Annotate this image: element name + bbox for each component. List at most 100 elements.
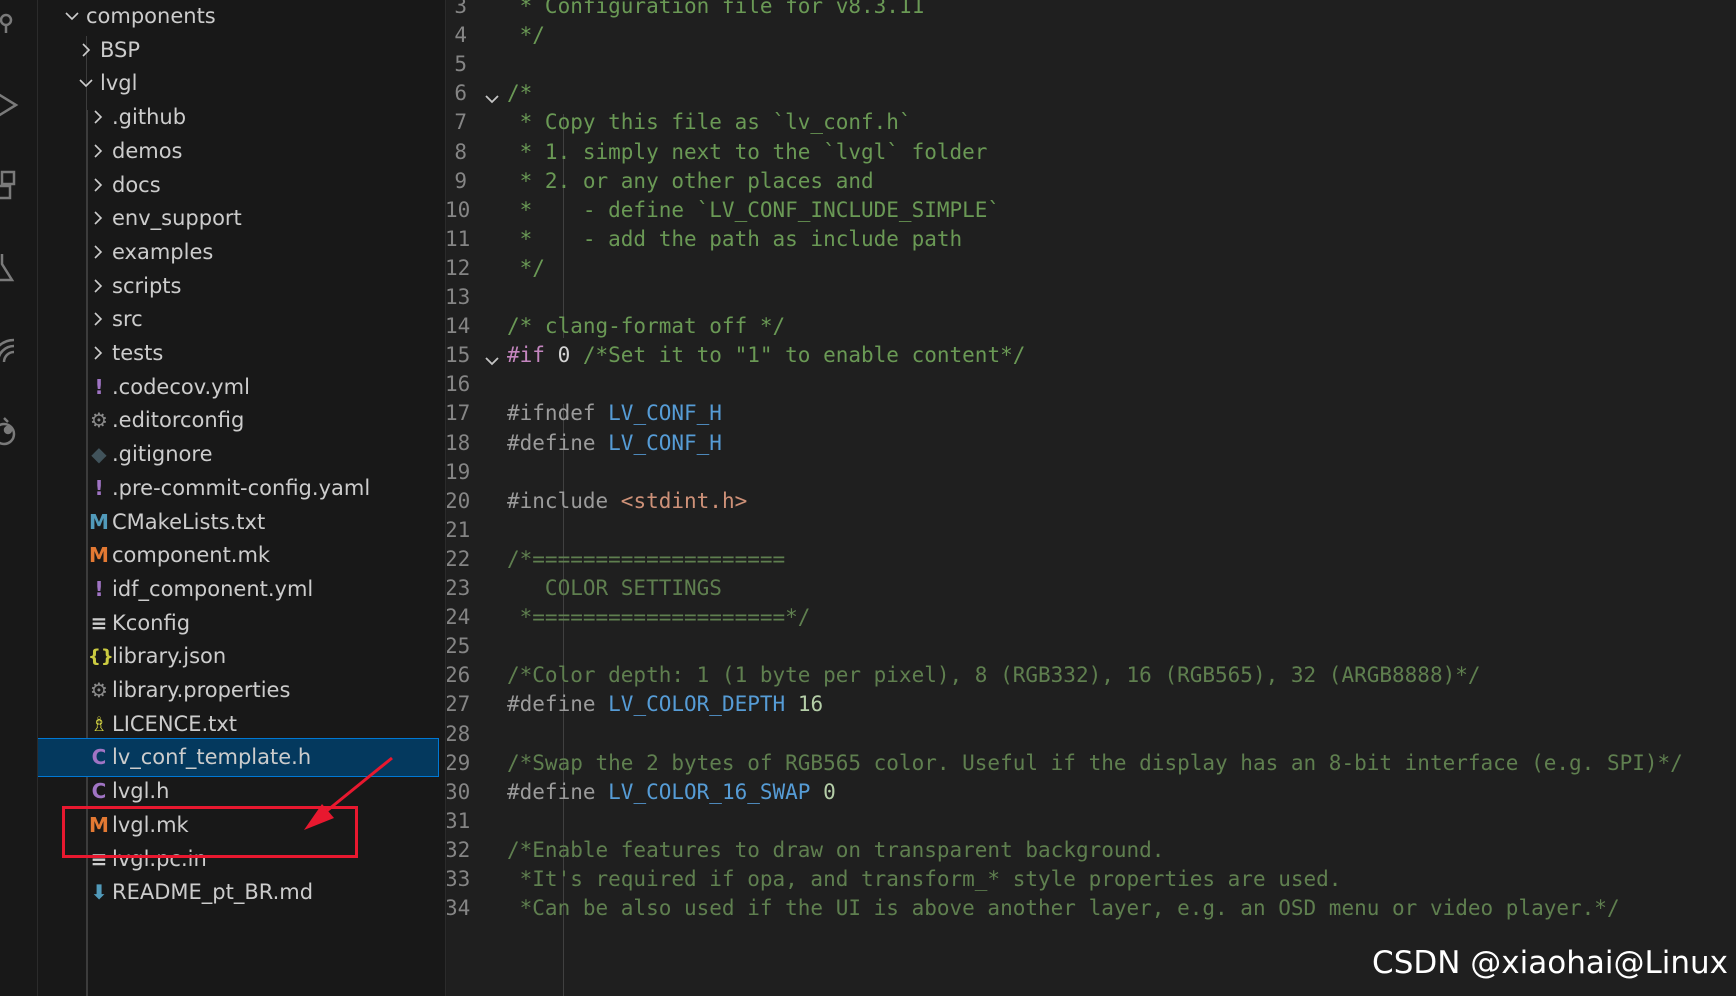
- tree-file[interactable]: {} library.json: [38, 638, 445, 675]
- tree-item-label: tests: [112, 341, 164, 365]
- code-line[interactable]: 13: [447, 281, 1736, 313]
- code-token: 0: [544, 343, 583, 368]
- yaml-icon: !: [94, 576, 104, 601]
- fold-chevron-icon[interactable]: [483, 347, 501, 366]
- code-line[interactable]: 21: [447, 514, 1736, 546]
- tree-file[interactable]: ⚙ library.properties: [38, 672, 445, 709]
- tree-folder[interactable]: src: [38, 301, 445, 338]
- code-line[interactable]: 6 /*: [447, 77, 1736, 109]
- testing-flask-icon[interactable]: [0, 250, 20, 284]
- tree-item-label: Kconfig: [112, 610, 191, 635]
- code-text: /*Swap the 2 bytes of RGB565 color. Usef…: [507, 747, 1683, 779]
- code-line[interactable]: 33 *It's required if opa, and transform_…: [447, 863, 1736, 895]
- tree-file[interactable]: Clv_conf_template.h: [38, 738, 439, 778]
- code-token: * 1. simply next to the `lvgl` folder: [507, 139, 988, 164]
- code-line[interactable]: 9 * 2. or any other places and: [447, 165, 1736, 197]
- tree-folder[interactable]: lvgl: [38, 65, 445, 102]
- code-token: /* clang-format off */: [507, 314, 786, 339]
- run-debug-icon[interactable]: [0, 88, 20, 122]
- line-number: 15: [447, 343, 471, 368]
- line-number: 9: [454, 168, 467, 193]
- text-lines-icon: ≡: [90, 610, 108, 635]
- tree-folder[interactable]: components: [38, 0, 445, 35]
- code-token: <stdint.h>: [620, 488, 748, 513]
- code-token: 16: [785, 692, 824, 717]
- code-line[interactable]: 24 *====================*/: [447, 601, 1736, 633]
- chevron-right-icon: [76, 32, 96, 69]
- code-line[interactable]: 22 /*====================: [447, 543, 1736, 575]
- tree-item-label: docs: [112, 172, 161, 197]
- code-line[interactable]: 11 * - add the path as include path: [447, 223, 1736, 255]
- tree-folder[interactable]: .github: [38, 99, 445, 136]
- code-line[interactable]: 14 /* clang-format off */: [447, 310, 1736, 342]
- code-line[interactable]: 31: [447, 805, 1736, 837]
- line-number: 16: [447, 372, 471, 397]
- fold-chevron-icon[interactable]: [483, 85, 501, 104]
- tree-file[interactable]: ⬇ README_pt_BR.md: [38, 874, 445, 911]
- code-line[interactable]: 18 #define LV_CONF_H: [447, 427, 1736, 459]
- code-line[interactable]: 8 * 1. simply next to the `lvgl` folder: [447, 136, 1736, 168]
- chevron-right-icon: [88, 200, 108, 237]
- tree-item-label: lvgl.h: [112, 779, 170, 804]
- code-line[interactable]: 7 * Copy this file as `lv_conf.h`: [447, 106, 1736, 138]
- tree-file[interactable]: ⚙ .editorconfig: [38, 402, 445, 439]
- tree-folder[interactable]: BSP: [38, 32, 445, 69]
- code-line[interactable]: 28: [447, 718, 1736, 750]
- tree-file[interactable]: ! .pre-commit-config.yaml: [38, 470, 445, 507]
- code-line[interactable]: 29 /*Swap the 2 bytes of RGB565 color. Us…: [447, 747, 1736, 779]
- tree-folder[interactable]: scripts: [38, 268, 445, 305]
- code-line[interactable]: 12 */: [447, 252, 1736, 284]
- code-line[interactable]: 15 #if 0 /*Set it to "1" to enable conten…: [447, 339, 1736, 371]
- code-line[interactable]: 19: [447, 456, 1736, 488]
- line-number: 13: [447, 285, 471, 309]
- tree-folder[interactable]: demos: [38, 133, 445, 170]
- code-text: /*Color depth: 1 (1 byte per pixel), 8 (…: [507, 659, 1481, 691]
- code-line[interactable]: 34 *Can be also used if the UI is above …: [447, 892, 1736, 924]
- tree-file[interactable]: Mcomponent.mk: [38, 537, 445, 574]
- code-line[interactable]: 20 #include <stdint.h>: [447, 485, 1736, 517]
- code-token: LV_CONF_H: [608, 401, 722, 426]
- code-line[interactable]: 23 COLOR SETTINGS: [447, 572, 1736, 604]
- line-number: 21: [447, 517, 471, 542]
- code-token: *Can be also used if the UI is above ano…: [507, 896, 1620, 921]
- tree-item-label: scripts: [112, 273, 182, 298]
- tree-file[interactable]: Clvgl.h: [38, 773, 445, 810]
- remote-explorer-icon[interactable]: [0, 332, 20, 366]
- code-line[interactable]: 26 /*Color depth: 1 (1 byte per pixel), 8…: [447, 659, 1736, 691]
- source-control-icon[interactable]: [0, 8, 20, 42]
- code-token: * Copy this file as `lv_conf.h`: [507, 110, 912, 135]
- code-editor[interactable]: 3 * Configuration file for v8.3.11 4 */5 6…: [447, 0, 1736, 996]
- code-line[interactable]: 17 #ifndef LV_CONF_H: [447, 397, 1736, 429]
- code-line[interactable]: 30 #define LV_COLOR_16_SWAP 0: [447, 776, 1736, 808]
- code-line[interactable]: 4 */: [447, 19, 1736, 51]
- c-header-icon: C: [91, 779, 107, 804]
- code-text: *Can be also used if the UI is above ano…: [507, 892, 1620, 924]
- code-line[interactable]: 32 /*Enable features to draw on transpare…: [447, 834, 1736, 866]
- tree-file[interactable]: ≡ Kconfig: [38, 605, 445, 642]
- gear-icon: ⚙: [90, 678, 108, 702]
- yaml-icon: !: [94, 475, 104, 500]
- tree-folder[interactable]: tests: [38, 335, 445, 372]
- makefile-icon: M: [89, 543, 109, 568]
- code-text: * Copy this file as `lv_conf.h`: [507, 106, 912, 138]
- code-line[interactable]: 10 * - define `LV_CONF_INCLUDE_SIMPLE`: [447, 194, 1736, 226]
- code-line[interactable]: 27 #define LV_COLOR_DEPTH 16: [447, 688, 1736, 720]
- tree-folder[interactable]: env_support: [38, 200, 445, 237]
- code-line[interactable]: 25: [447, 630, 1736, 662]
- line-number: 34: [447, 896, 471, 921]
- tree-file[interactable]: ◆ .gitignore: [38, 436, 445, 473]
- tree-folder[interactable]: docs: [38, 167, 445, 204]
- tree-file[interactable]: ! idf_component.yml: [38, 571, 445, 608]
- esp-idf-icon[interactable]: [0, 414, 20, 448]
- tree-file[interactable]: M CMakeLists.txt: [38, 504, 445, 541]
- tree-file[interactable]: ♗ LICENCE.txt: [38, 706, 445, 743]
- tree-folder[interactable]: examples: [38, 234, 445, 271]
- tree-file[interactable]: ! .codecov.yml: [38, 369, 445, 406]
- cmake-icon: M: [89, 509, 109, 534]
- code-line[interactable]: 5: [447, 48, 1736, 80]
- chevron-down-icon: [76, 65, 96, 102]
- code-text: #if 0 /*Set it to "1" to enable content*…: [507, 339, 1025, 371]
- code-line[interactable]: 16: [447, 368, 1736, 400]
- code-token: /*Enable features to draw on transparent…: [507, 837, 1165, 862]
- extensions-icon[interactable]: [0, 168, 20, 202]
